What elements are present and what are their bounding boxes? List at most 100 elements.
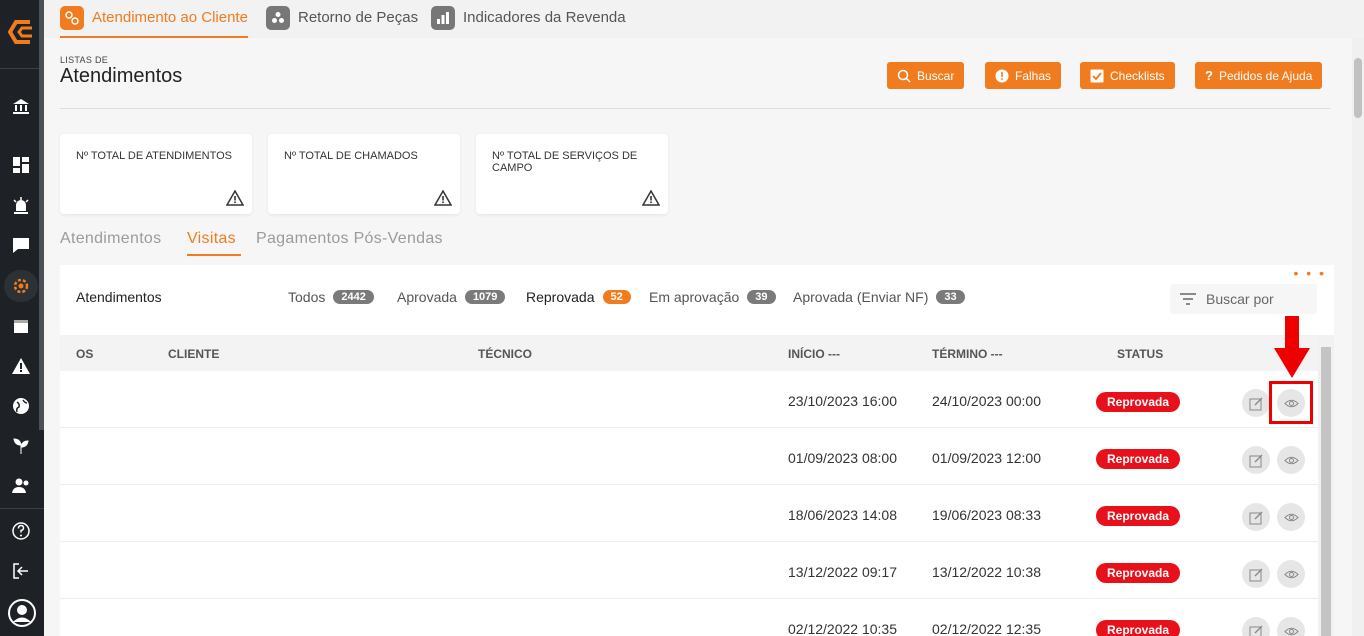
subtab-atendimentos[interactable]: Atendimentos <box>60 230 161 248</box>
edit-button[interactable] <box>1242 617 1270 636</box>
edit-button[interactable] <box>1242 560 1270 588</box>
logout-icon[interactable] <box>10 560 32 582</box>
tab-label: Retorno de Peças <box>298 9 419 26</box>
bar-chart-icon <box>431 6 455 30</box>
edit-icon <box>1249 568 1262 581</box>
status-badge: Reprovada <box>1096 506 1181 526</box>
filter-count-badge: 39 <box>747 290 776 304</box>
more-options-icon[interactable]: • • • <box>1294 266 1326 280</box>
falhas-label: Falhas <box>1015 68 1052 83</box>
table-row[interactable]: 18/06/2023 14:08 19/06/2023 08:33 Reprov… <box>60 485 1318 542</box>
edit-button[interactable] <box>1242 389 1270 417</box>
col-termino[interactable]: TÉRMINO --- <box>932 347 1003 361</box>
status-badge: Reprovada <box>1096 620 1181 636</box>
pedidos-label: Pedidos de Ajuda <box>1218 68 1313 83</box>
subtab-active-underline <box>187 254 241 256</box>
cell-termino: 13/12/2022 10:38 <box>932 564 1041 580</box>
pedidos-de-ajuda-button[interactable]: ? Pedidos de Ajuda <box>1195 62 1323 89</box>
support-icon <box>60 6 84 30</box>
edit-button[interactable] <box>1242 446 1270 474</box>
filter-aprovada-enviar-nf[interactable]: Aprovada (Enviar NF) 33 <box>793 289 965 305</box>
view-button[interactable] <box>1277 503 1305 531</box>
table-row[interactable]: 23/10/2023 16:00 24/10/2023 00:00 Reprov… <box>60 371 1318 428</box>
main-content: LISTAS DE Atendimentos Buscar Falhas Che… <box>44 38 1352 636</box>
eye-icon <box>1283 456 1299 464</box>
filter-label: Em aprovação <box>649 289 740 305</box>
filter-label: Reprovada <box>526 289 595 305</box>
status-badge: Reprovada <box>1096 563 1181 583</box>
support-gear-icon[interactable] <box>10 275 32 297</box>
col-inicio[interactable]: INÍCIO --- <box>788 347 840 361</box>
card-total-chamados: Nº TOTAL DE CHAMADOS <box>268 134 460 214</box>
table-scrollbar[interactable] <box>1318 335 1334 636</box>
search-icon <box>897 69 911 83</box>
plant-icon[interactable] <box>10 435 32 457</box>
page-scrollbar-thumb[interactable] <box>1354 58 1362 118</box>
tab-atendimento-ao-cliente[interactable]: Atendimento ao Cliente <box>60 6 248 38</box>
users-icon[interactable] <box>10 475 32 497</box>
filter-reprovada[interactable]: Reprovada 52 <box>526 289 631 305</box>
checklists-button[interactable]: Checklists <box>1080 62 1175 89</box>
sidebar-divider-bottom <box>0 508 44 509</box>
cell-inicio: 02/12/2022 10:35 <box>788 621 897 636</box>
view-button[interactable] <box>1277 446 1305 474</box>
status-badge: Reprovada <box>1096 392 1181 412</box>
filter-todos[interactable]: Todos 2442 <box>288 289 374 305</box>
filter-count-badge: 1079 <box>464 290 506 304</box>
eye-icon <box>1283 513 1299 521</box>
eye-icon <box>1283 627 1299 635</box>
filter-label: Aprovada (Enviar NF) <box>793 289 929 305</box>
subtab-visitas[interactable]: Visitas <box>187 230 236 248</box>
filter-lines-icon <box>1180 293 1196 305</box>
globe-icon[interactable] <box>10 395 32 417</box>
edit-button[interactable] <box>1242 503 1270 531</box>
table-row[interactable]: 02/12/2022 10:35 02/12/2022 12:35 Reprov… <box>60 599 1318 636</box>
user-avatar-icon[interactable] <box>7 598 37 628</box>
warning-icon[interactable] <box>10 355 32 377</box>
help-icon: ? <box>1205 68 1213 83</box>
cell-inicio: 23/10/2023 16:00 <box>788 393 897 409</box>
page-scrollbar[interactable] <box>1352 38 1364 636</box>
col-tecnico[interactable]: TÉCNICO <box>478 347 532 361</box>
page-title: Atendimentos <box>60 65 183 87</box>
cell-inicio: 01/09/2023 08:00 <box>788 450 897 466</box>
cell-termino: 19/06/2023 08:33 <box>932 507 1041 523</box>
tab-label: Indicadores da Revenda <box>463 9 626 26</box>
alarm-icon[interactable] <box>10 194 32 216</box>
eye-icon <box>1283 570 1299 578</box>
bank-icon[interactable] <box>10 95 32 117</box>
chat-icon[interactable] <box>10 234 32 256</box>
calendar-icon[interactable] <box>10 315 32 337</box>
col-cliente[interactable]: CLIENTE <box>168 347 219 361</box>
card-title: Nº TOTAL DE ATENDIMENTOS <box>76 150 233 162</box>
filter-em-aprovacao[interactable]: Em aprovação 39 <box>649 289 776 305</box>
table-scrollbar-thumb[interactable] <box>1321 347 1331 636</box>
filter-count-badge: 2442 <box>333 290 374 304</box>
col-os[interactable]: OS <box>76 347 93 361</box>
filter-count-badge: 52 <box>602 290 631 304</box>
table-header: OS CLIENTE TÉCNICO INÍCIO --- TÉRMINO --… <box>60 335 1318 371</box>
warning-icon <box>642 190 660 206</box>
red-arrow-annotation <box>1274 316 1310 378</box>
search-input[interactable]: Buscar por <box>1170 284 1317 314</box>
edit-icon <box>1249 397 1262 410</box>
falhas-button[interactable]: Falhas <box>985 62 1062 89</box>
tab-retorno-de-pecas[interactable]: Retorno de Peças <box>266 6 418 38</box>
subtab-pagamentos-pos-vendas[interactable]: Pagamentos Pós-Vendas <box>256 230 443 248</box>
buscar-button[interactable]: Buscar <box>887 62 965 89</box>
sidebar <box>0 0 44 636</box>
panel-title: Atendimentos <box>76 289 162 305</box>
cell-termino: 01/09/2023 12:00 <box>932 450 1041 466</box>
dashboard-icon[interactable] <box>10 154 32 176</box>
atendimentos-panel: • • • Atendimentos Todos 2442 Aprovada 1… <box>60 265 1334 636</box>
help-circle-icon[interactable] <box>10 520 32 542</box>
filter-aprovada[interactable]: Aprovada 1079 <box>397 289 506 305</box>
view-button[interactable] <box>1277 560 1305 588</box>
table-row[interactable]: 01/09/2023 08:00 01/09/2023 12:00 Reprov… <box>60 428 1318 485</box>
app-logo[interactable] <box>6 14 38 50</box>
tab-indicadores-da-revenda[interactable]: Indicadores da Revenda <box>431 6 626 38</box>
tab-label: Atendimento ao Cliente <box>92 9 248 26</box>
table-row[interactable]: 13/12/2022 09:17 13/12/2022 10:38 Reprov… <box>60 542 1318 599</box>
edit-icon <box>1249 625 1262 636</box>
view-button[interactable] <box>1277 617 1305 636</box>
